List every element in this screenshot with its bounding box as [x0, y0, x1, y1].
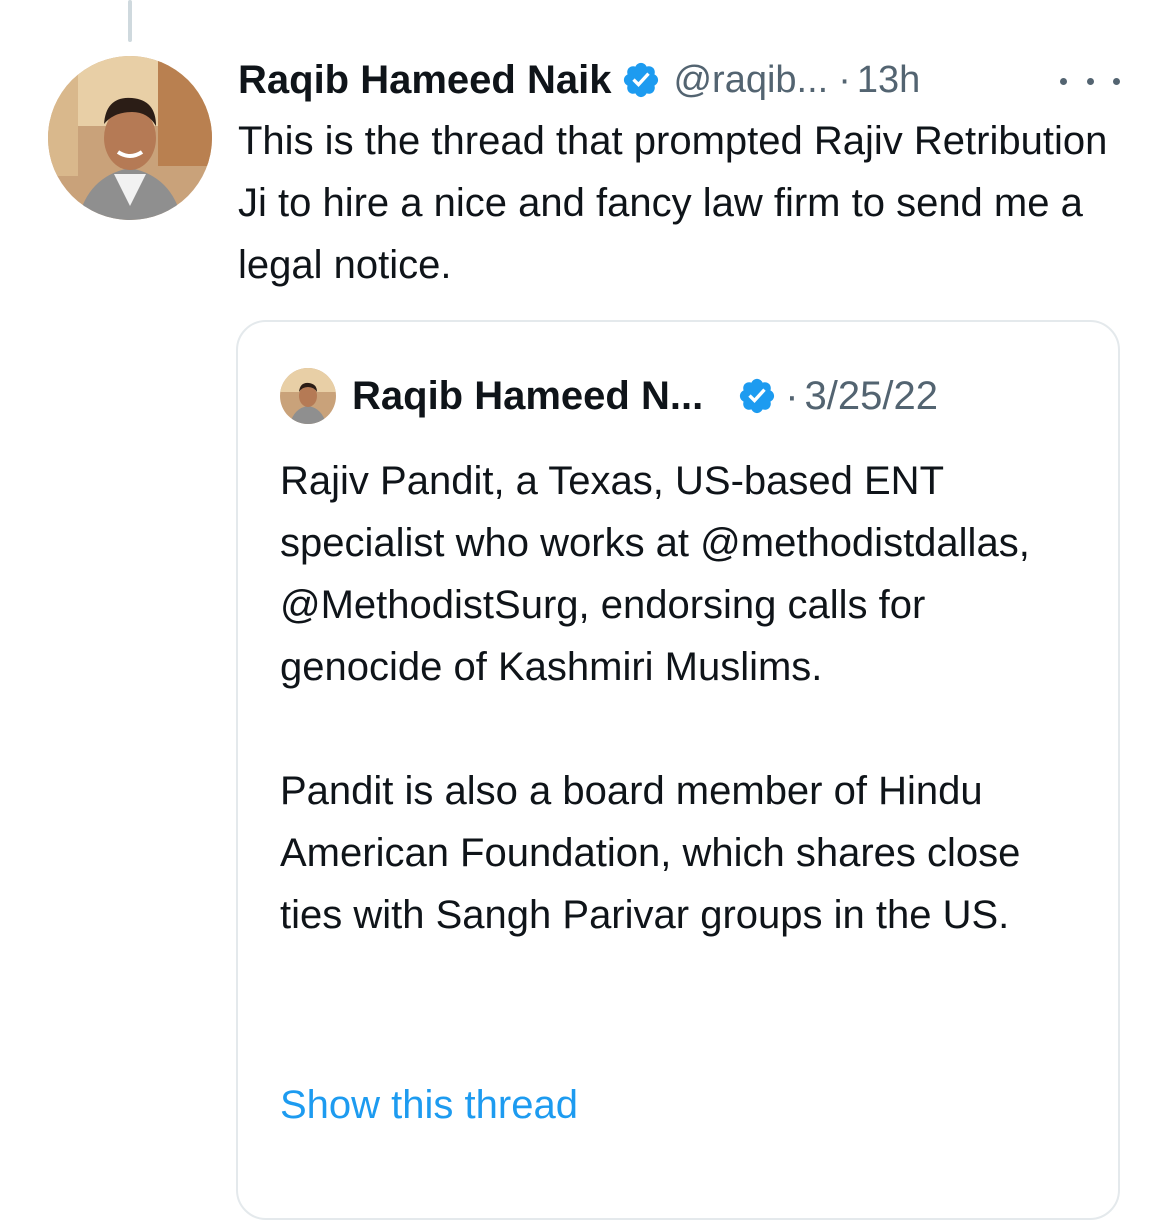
author-name[interactable]: Raqib Hameed Naik: [238, 58, 611, 103]
avatar[interactable]: [48, 56, 212, 220]
quoted-avatar: [280, 368, 336, 424]
quoted-tweet-text: Rajiv Pandit, a Texas, US-based ENT spec…: [280, 459, 1030, 937]
quoted-tweet-header: Raqib Hameed N... · 3/25/22: [280, 364, 938, 428]
verified-badge-icon: [621, 60, 661, 100]
tweet-timestamp[interactable]: 13h: [857, 59, 920, 102]
tweet[interactable]: Raqib Hameed Naik @raqib... · 13h This i…: [238, 52, 1138, 296]
separator-dot: ·: [785, 373, 799, 418]
thread-connector-line: [128, 0, 132, 42]
tweet-header: Raqib Hameed Naik @raqib... · 13h: [238, 52, 1138, 108]
author-handle[interactable]: @raqib...: [673, 59, 828, 102]
show-thread-link[interactable]: Show this thread: [280, 1074, 578, 1136]
quoted-tweet-date: 3/25/22: [804, 373, 938, 418]
separator-dot: ·: [838, 58, 851, 101]
quoted-author-name: Raqib Hameed N...: [352, 373, 704, 418]
more-horizontal-icon[interactable]: [1060, 66, 1120, 96]
quoted-tweet[interactable]: Raqib Hameed N... · 3/25/22 Rajiv Pandit…: [236, 320, 1120, 1220]
tweet-text: This is the thread that prompted Rajiv R…: [238, 119, 1108, 287]
verified-badge-icon: [737, 376, 777, 416]
avatar-photo: [48, 56, 212, 220]
